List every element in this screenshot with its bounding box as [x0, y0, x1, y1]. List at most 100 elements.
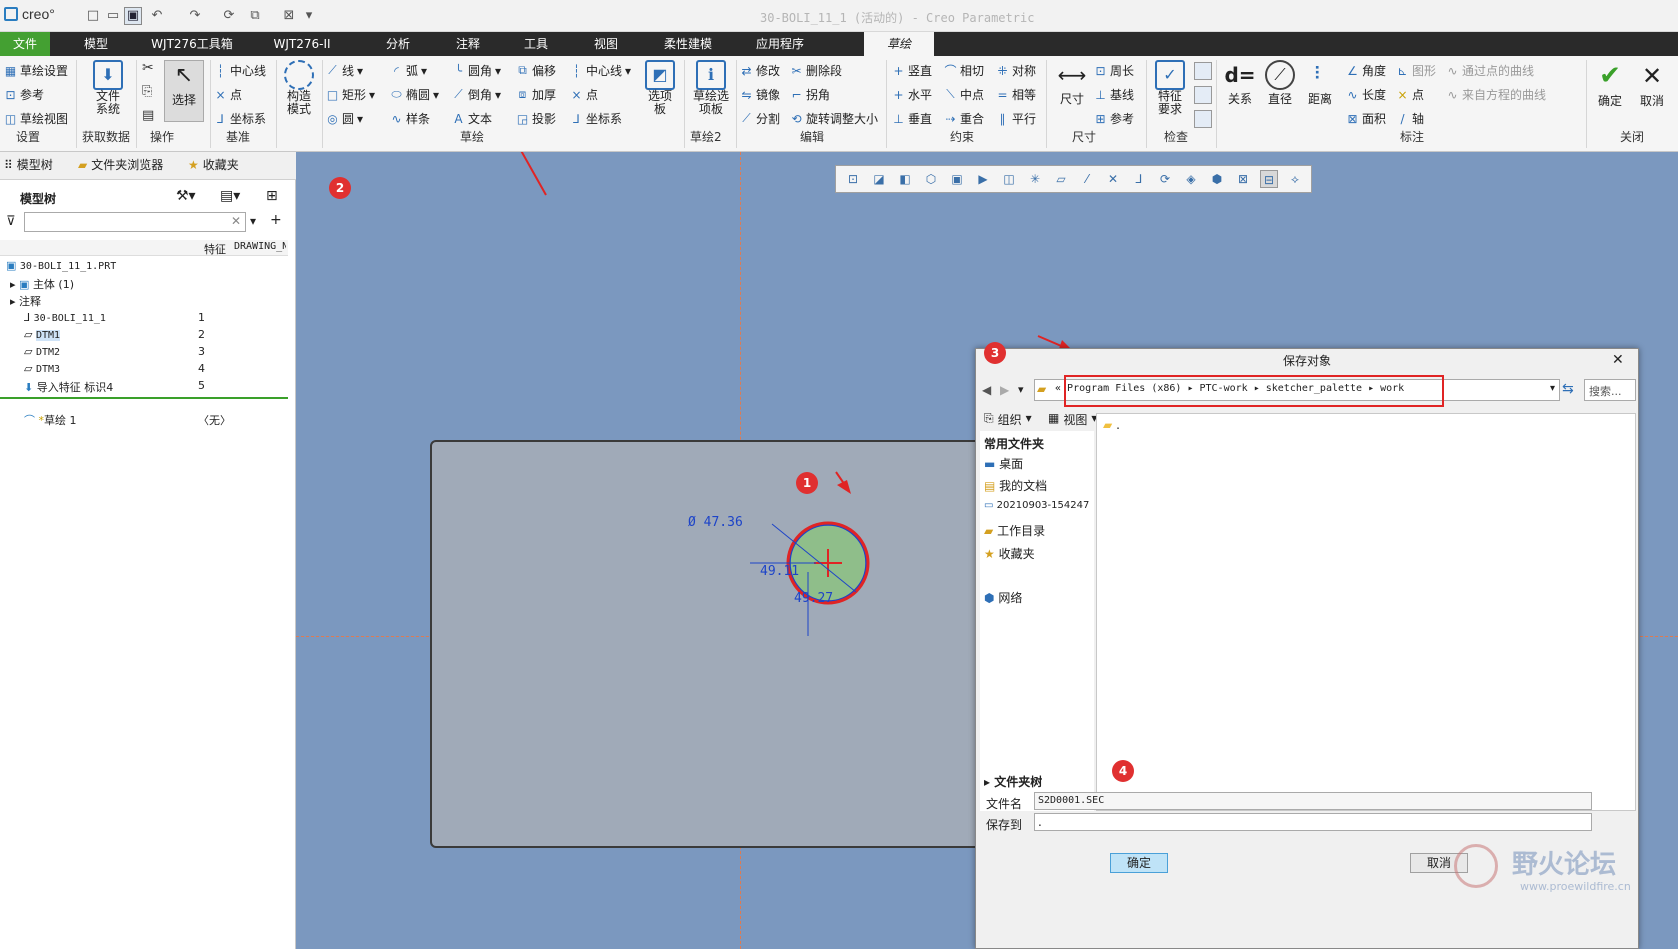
- tree-item-dtm1[interactable]: ▱ DTM1: [24, 328, 61, 341]
- baseline-button[interactable]: ⊥ 基线: [1094, 86, 1134, 103]
- graph-button[interactable]: ⊾ 图形: [1396, 62, 1436, 79]
- file-system-button[interactable]: ⬇ 文件 系统: [84, 60, 132, 116]
- favorite-documents[interactable]: ▤ 我的文档: [984, 477, 1047, 494]
- history-dropdown-icon[interactable]: ▾: [1018, 383, 1024, 396]
- datum-centerline-button[interactable]: ┆ 中心线: [214, 62, 266, 79]
- tab-tools[interactable]: 工具: [514, 32, 558, 56]
- perpendicular-constraint-button[interactable]: ⊥ 垂直: [892, 110, 932, 127]
- diameter-button[interactable]: ⟋ 直径: [1262, 60, 1298, 107]
- copy-icon[interactable]: ⎘: [142, 84, 152, 99]
- datum-point-button[interactable]: × 点: [214, 86, 242, 103]
- tab-folder-browser[interactable]: ▰ 文件夹浏览器: [78, 156, 163, 173]
- save-to-input[interactable]: .: [1034, 813, 1592, 831]
- sketch-centerline-button[interactable]: ┆ 中心线 ▾: [570, 62, 631, 79]
- regenerate-icon[interactable]: ⟳: [220, 7, 238, 25]
- cut-icon[interactable]: ✂: [142, 60, 154, 76]
- sketch-view-button[interactable]: ◫ 草绘视图: [4, 110, 68, 127]
- tree-item-body[interactable]: ▸ ▣ 主体 (1): [10, 276, 74, 292]
- clear-search-icon[interactable]: ✕: [231, 214, 241, 228]
- circle-button[interactable]: ◎ 圆 ▾: [326, 110, 363, 127]
- tree-item-part[interactable]: ▣ 30-BOLI_11_1.PRT: [6, 259, 116, 272]
- save-icon[interactable]: ▣: [124, 7, 142, 25]
- vertical-constraint-button[interactable]: + 竖直: [892, 62, 932, 79]
- distance-button[interactable]: ⠇ 距离: [1302, 60, 1338, 107]
- tree-item-dtm3[interactable]: ▱ DTM3: [24, 362, 60, 375]
- highlight-open-ends-icon[interactable]: [1194, 62, 1212, 80]
- ok-button[interactable]: ✔ 确定: [1592, 60, 1628, 109]
- project-button[interactable]: ◲ 投影: [516, 110, 556, 127]
- horizontal-dimension[interactable]: 49.11: [760, 564, 799, 579]
- relations-button[interactable]: d= 关系: [1222, 60, 1258, 107]
- text-button[interactable]: A 文本: [452, 110, 492, 127]
- horizontal-constraint-button[interactable]: + 水平: [892, 86, 932, 103]
- filter-icon[interactable]: ⊽: [6, 214, 16, 229]
- tree-item-csys[interactable]: ⅃ 30-BOLI_11_1: [24, 311, 106, 324]
- sketch-palette-2-button[interactable]: ℹ 草绘选 项板: [688, 60, 734, 116]
- forward-icon[interactable]: ▶: [1000, 383, 1009, 397]
- tab-view[interactable]: 视图: [584, 32, 628, 56]
- open-file-icon[interactable]: ▭: [104, 7, 122, 25]
- tree-settings-icon[interactable]: ⚒▾: [176, 188, 196, 204]
- thicken-button[interactable]: ⧈ 加厚: [516, 86, 556, 103]
- datum-csys-button[interactable]: ⅃ 坐标系: [214, 110, 266, 127]
- cancel-sketch-button[interactable]: ✕ 取消: [1634, 60, 1670, 109]
- axis-button[interactable]: / 轴: [1396, 110, 1424, 127]
- parallel-constraint-button[interactable]: ∥ 平行: [996, 110, 1037, 127]
- tangent-constraint-button[interactable]: ⌒ 相切: [944, 62, 984, 79]
- tree-item-annotations[interactable]: ▸ 注释: [10, 293, 41, 309]
- search-dropdown-icon[interactable]: ▾: [250, 214, 256, 228]
- group-constrain[interactable]: 约束: [950, 128, 974, 145]
- close-window-icon[interactable]: ⊠: [280, 7, 298, 25]
- annot-point-button[interactable]: × 点: [1396, 86, 1424, 103]
- fillet-button[interactable]: ╰ 圆角 ▾: [452, 62, 501, 79]
- coincident-constraint-button[interactable]: ⇢ 重合: [944, 110, 984, 127]
- favorite-desktop[interactable]: ▬ 桌面: [984, 455, 1023, 472]
- sketch-point-button[interactable]: × 点: [570, 86, 598, 103]
- perimeter-button[interactable]: ⊡ 周长: [1094, 62, 1134, 79]
- new-file-icon[interactable]: □: [84, 7, 102, 25]
- search-input[interactable]: 搜索...: [1584, 379, 1636, 401]
- area-button[interactable]: ⊠ 面积: [1346, 110, 1386, 127]
- symmetric-constraint-button[interactable]: ⁜ 对称: [996, 62, 1036, 79]
- redo-icon[interactable]: ↷: [186, 7, 204, 25]
- refresh-icon[interactable]: ⇆: [1562, 381, 1574, 397]
- add-column-icon[interactable]: +: [270, 212, 282, 228]
- tab-model[interactable]: 模型: [68, 32, 124, 56]
- paste-icon[interactable]: ▤: [142, 108, 154, 123]
- modify-button[interactable]: ⇄ 修改: [740, 62, 780, 79]
- windows-icon[interactable]: ⧉: [246, 7, 264, 25]
- mirror-button[interactable]: ⇋ 镜像: [740, 86, 780, 103]
- address-dropdown-icon[interactable]: ▾: [1550, 383, 1555, 394]
- tab-favorites[interactable]: ★ 收藏夹: [188, 156, 239, 173]
- filename-input[interactable]: S2D0001.SEC: [1034, 792, 1592, 810]
- tab-model-tree[interactable]: ⠿ 模型树: [4, 156, 53, 173]
- back-icon[interactable]: ◀: [982, 383, 991, 397]
- palette-button[interactable]: ◩ 选项 板: [640, 60, 680, 116]
- feature-requirements-button[interactable]: ✓ 特征 要求: [1150, 60, 1190, 116]
- dialog-ok-button[interactable]: 确定: [1110, 853, 1168, 873]
- favorite-working-dir[interactable]: ▰ 工作目录: [984, 522, 1045, 539]
- tab-wjt276-ii[interactable]: WJT276-II: [266, 32, 338, 56]
- divide-button[interactable]: ⟋ 分割: [740, 110, 780, 127]
- favorite-favorites[interactable]: ★ 收藏夹: [984, 545, 1035, 562]
- tab-file[interactable]: 文件: [0, 32, 50, 56]
- organize-menu[interactable]: ⎘ 组织 ▾: [984, 411, 1032, 428]
- view-menu[interactable]: ▦ 视图 ▾: [1048, 411, 1097, 428]
- midpoint-constraint-button[interactable]: ⟍ 中点: [944, 86, 984, 103]
- chamfer-button[interactable]: ⟋ 倒角 ▾: [452, 86, 501, 103]
- tab-flexible-modeling[interactable]: 柔性建模: [652, 32, 724, 56]
- vertical-dimension[interactable]: 49.27: [794, 591, 833, 606]
- overlap-geometry-icon[interactable]: [1194, 86, 1212, 104]
- ellipse-button[interactable]: ⬭ 椭圆 ▾: [390, 86, 439, 103]
- group-dimension[interactable]: 尺寸: [1072, 128, 1096, 145]
- favorite-computer[interactable]: ▭ 20210903-154247: [984, 500, 1089, 511]
- rectangle-button[interactable]: □ 矩形 ▾: [326, 86, 375, 103]
- group-inspect[interactable]: 检查: [1164, 128, 1188, 145]
- equal-constraint-button[interactable]: = 相等: [996, 86, 1036, 103]
- customize-dropdown-icon[interactable]: ▾: [300, 7, 318, 25]
- show-dropdown-icon[interactable]: ▤▾: [220, 188, 240, 204]
- offset-button[interactable]: ⧉ 偏移: [516, 62, 556, 79]
- length-button[interactable]: ∿ 长度: [1346, 86, 1386, 103]
- undo-icon[interactable]: ↶: [148, 7, 166, 25]
- tab-wjt276-toolbox[interactable]: WJT276工具箱: [144, 32, 240, 56]
